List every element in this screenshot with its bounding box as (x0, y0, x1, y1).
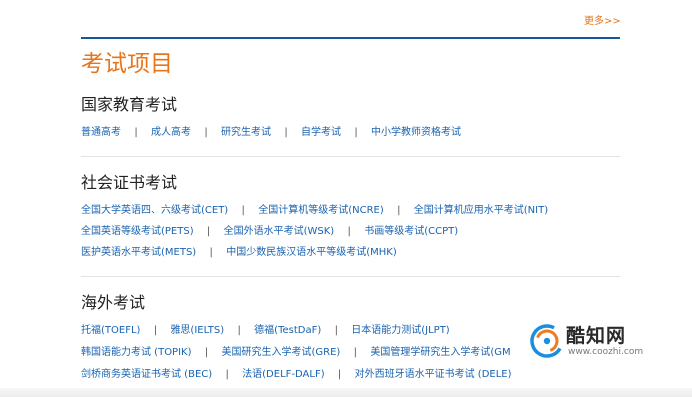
coozhi-logo-icon (530, 324, 564, 358)
separator: | (153, 325, 158, 336)
exam-link[interactable]: 全国计算机等级考试(NCRE) (258, 205, 384, 216)
section-title-national-education: 国家教育考试 (81, 95, 178, 114)
exam-link[interactable]: 研究生考试 (221, 127, 271, 138)
exam-link[interactable]: 成人高考 (151, 127, 191, 138)
exam-link[interactable]: 剑桥商务英语证书考试 (BEC) (81, 369, 212, 380)
bottom-strip (0, 388, 692, 397)
section-divider (81, 276, 620, 277)
separator: | (241, 205, 245, 216)
exam-link[interactable]: 医护英语水平考试(METS) (81, 247, 196, 258)
section-title-overseas: 海外考试 (81, 293, 146, 312)
separator: | (397, 205, 401, 216)
exam-link[interactable]: 自学考试 (301, 127, 341, 138)
link-row: 剑桥商务英语证书考试 (BEC) | 法语(DELF-DALF) | 对外西班牙语水平证… (81, 367, 512, 383)
watermark: 酷知网 www.coozhi.com (520, 312, 692, 370)
link-row: 韩国语能力考试 (TOPIK) | 美国研究生入学考试(GRE) | 美国管理学研究生入… (81, 345, 511, 361)
exam-link[interactable]: 韩国语能力考试 (TOPIK) (81, 347, 192, 358)
exam-link[interactable]: 中小学教师资格考试 (371, 127, 461, 138)
exam-link[interactable]: 法语(DELF-DALF) (242, 369, 324, 380)
exam-link[interactable]: 书画等级考试(CCPT) (364, 226, 458, 237)
separator: | (209, 247, 213, 258)
separator: | (337, 369, 342, 380)
exam-link[interactable]: 全国外语水平考试(WSK) (224, 226, 335, 237)
more-link[interactable]: 更多>> (584, 12, 621, 27)
watermark-name: 酷知网 (566, 325, 627, 347)
link-row: 全国大学英语四、六级考试(CET) | 全国计算机等级考试(NCRE) | 全国计算机应… (81, 203, 548, 219)
separator: | (204, 347, 209, 358)
page-title: 考试项目 (81, 51, 173, 77)
separator: | (225, 369, 229, 380)
separator: | (334, 325, 338, 336)
section-divider (81, 156, 620, 157)
separator: | (134, 127, 138, 138)
separator: | (237, 325, 241, 336)
exam-link[interactable]: 普通高考 (81, 127, 121, 138)
link-row: 托福(TOEFL) | 雅思(IELTS) | 德福(TestDaF) | 日本语能力测试(… (81, 323, 450, 339)
watermark-url: www.coozhi.com (568, 347, 644, 357)
exam-link[interactable]: 托福(TOEFL) (81, 325, 140, 336)
top-divider (81, 37, 620, 39)
exam-link[interactable]: 全国大学英语四、六级考试(CET) (81, 205, 228, 216)
exam-link[interactable]: 中国少数民族汉语水平等级考试(MHK) (226, 247, 397, 258)
separator: | (204, 127, 208, 138)
exam-link[interactable]: 日本语能力测试(JLPT) (351, 325, 449, 336)
separator: | (347, 226, 351, 237)
exam-link[interactable]: 美国管理学研究生入学考试(GM (370, 347, 510, 358)
separator: | (206, 226, 211, 237)
exam-link[interactable]: 对外西班牙语水平证书考试 (DELE) (355, 369, 512, 380)
exam-link[interactable]: 德福(TestDaF) (254, 325, 321, 336)
exam-link[interactable]: 雅思(IELTS) (170, 325, 224, 336)
link-row: 普通高考 | 成人高考 | 研究生考试 | 自学考试 | 中小学教师资格考试 (81, 125, 461, 141)
exam-link[interactable]: 全国英语等级考试(PETS) (81, 226, 194, 237)
link-row: 全国英语等级考试(PETS) | 全国外语水平考试(WSK) | 书画等级考试(CCPT… (81, 224, 458, 240)
separator: | (353, 347, 358, 358)
exam-projects-page: 更多>> 考试项目 国家教育考试 普通高考 | 成人高考 | 研究生考试 | 自学考试 | 中小… (0, 0, 692, 397)
link-row: 医护英语水平考试(METS) | 中国少数民族汉语水平等级考试(MHK) (81, 245, 397, 261)
section-title-social-certificate: 社会证书考试 (81, 173, 178, 192)
exam-link[interactable]: 美国研究生入学考试(GRE) (222, 347, 341, 358)
separator: | (284, 127, 288, 138)
separator: | (354, 127, 358, 138)
exam-link[interactable]: 全国计算机应用水平考试(NIT) (414, 205, 548, 216)
